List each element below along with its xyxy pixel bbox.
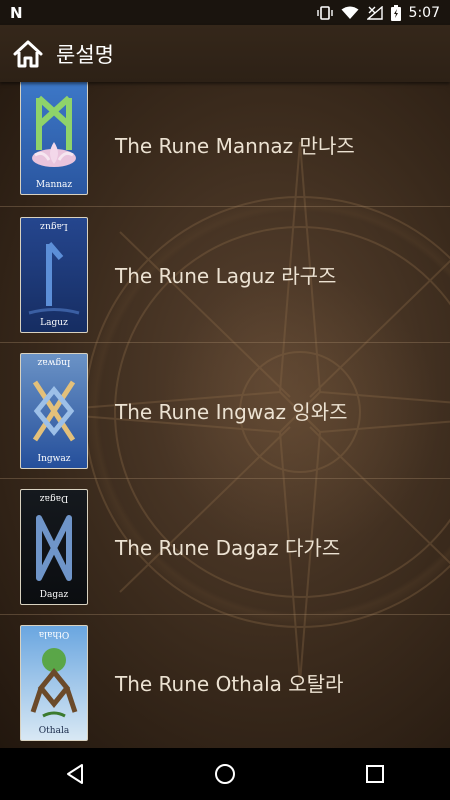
no-signal-icon	[366, 5, 383, 20]
status-bar: N 5:07	[0, 0, 450, 25]
card-caption: Mannaz	[35, 180, 73, 190]
rune-title: The Rune Dagaz 다가즈	[115, 536, 341, 560]
rune-title: The Rune Laguz 라구즈	[115, 264, 337, 288]
notification-n-icon: N	[10, 3, 23, 22]
list-item-ingwaz[interactable]: Ingwaz Ingwaz The Rune Ingwaz 잉와즈	[0, 343, 450, 479]
status-icons: 5:07	[316, 4, 440, 21]
card-caption: Othala	[38, 725, 70, 736]
rune-card-othala: Othala Othala	[20, 624, 88, 741]
list-item-othala[interactable]: Othala Othala The Rune Othala 오탈라	[0, 615, 450, 748]
wifi-icon	[341, 6, 359, 20]
rune-list: Mannaz The Rune Mannaz 만나즈 Laguz Laguz T…	[0, 82, 450, 748]
page-title: 룬설명	[56, 42, 114, 67]
rune-title: The Rune Othala 오탈라	[115, 672, 344, 696]
app-bar: 룬설명	[0, 25, 450, 82]
home-circle-icon[interactable]	[195, 754, 255, 794]
navigation-bar	[0, 748, 450, 800]
list-item-dagaz[interactable]: Dagaz Dagaz The Rune Dagaz 다가즈	[0, 479, 450, 615]
rune-card-mannaz: Mannaz	[20, 82, 88, 195]
card-caption: Dagaz	[39, 589, 69, 600]
ingwaz-rune-icon	[32, 380, 76, 441]
recents-square-icon[interactable]	[345, 754, 405, 794]
rune-list-background: Mannaz The Rune Mannaz 만나즈 Laguz Laguz T…	[0, 82, 450, 748]
rune-card-ingwaz: Ingwaz Ingwaz	[20, 352, 88, 469]
list-item-mannaz[interactable]: Mannaz The Rune Mannaz 만나즈	[0, 82, 450, 207]
list-item-laguz[interactable]: Laguz Laguz The Rune Laguz 라구즈	[0, 207, 450, 343]
battery-icon	[390, 4, 401, 21]
vibrate-icon	[316, 5, 333, 20]
mannaz-rune-icon	[32, 95, 76, 167]
dagaz-rune-icon	[36, 514, 72, 581]
home-icon[interactable]	[10, 36, 46, 72]
rune-title: The Rune Mannaz 만나즈	[115, 133, 355, 158]
status-time: 5:07	[408, 4, 440, 21]
rune-title: The Rune Ingwaz 잉와즈	[115, 400, 348, 424]
laguz-rune-icon	[28, 241, 80, 314]
rune-card-laguz: Laguz Laguz	[20, 216, 88, 333]
card-caption: Laguz	[40, 317, 68, 328]
rune-card-dagaz: Dagaz Dagaz	[20, 488, 88, 605]
back-triangle-icon[interactable]	[45, 754, 105, 794]
card-caption: Ingwaz	[37, 453, 71, 464]
othala-rune-icon	[30, 647, 78, 717]
